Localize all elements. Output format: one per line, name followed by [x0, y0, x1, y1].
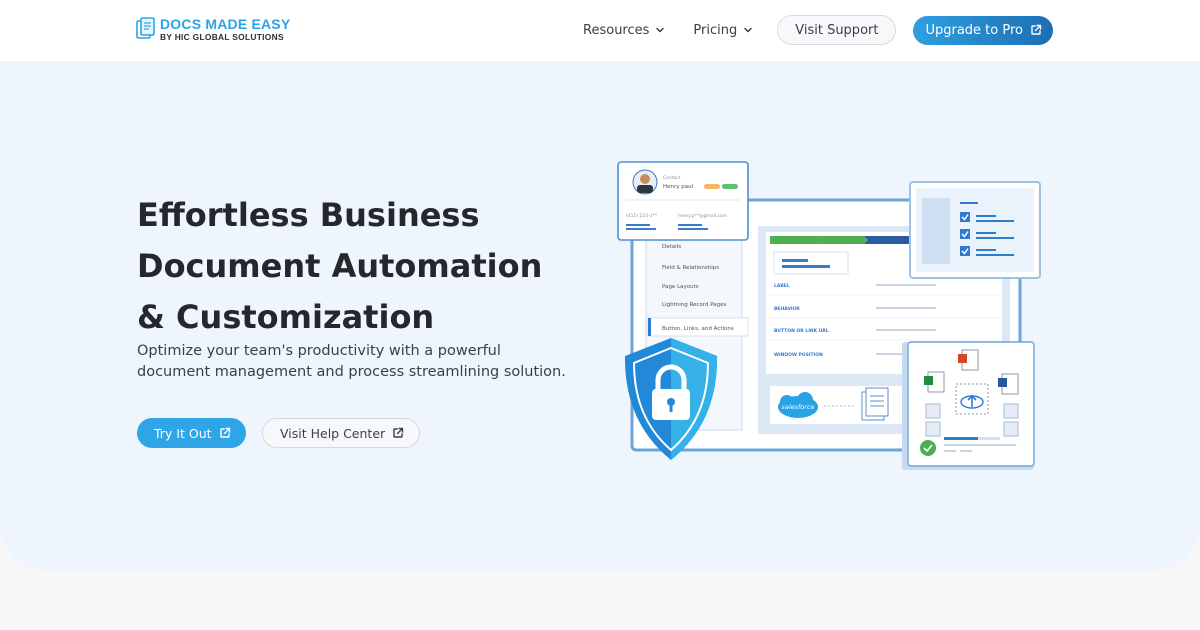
logo-title: DOCS MADE EASY [160, 16, 291, 32]
nav-pricing-label: Pricing [693, 22, 738, 38]
cloud-upload-icon [960, 394, 984, 409]
nav-resources-label: Resources [583, 22, 650, 38]
visit-help-center-label: Visit Help Center [280, 425, 386, 441]
menu-item-buttons: Button, Links, and Actions [662, 326, 734, 332]
visit-help-center-button[interactable]: Visit Help Center [262, 418, 421, 448]
field-behavior: BEHAVIOR [774, 306, 800, 312]
field-window: WINDOW POSITION [774, 352, 823, 358]
contact-label: Contact [663, 175, 681, 181]
logo-subtitle: BY HIC GLOBAL SOLUTIONS [160, 32, 284, 42]
success-check-icon [920, 440, 936, 456]
field-url: BUTTON OR LINK URL [774, 328, 829, 334]
external-link-icon [219, 427, 230, 438]
checklist-card [909, 181, 1041, 279]
contact-phone: (415) 223-1** [626, 213, 658, 219]
documents-icon [136, 17, 156, 41]
try-it-out-label: Try It Out [154, 425, 212, 441]
headline-line-2: Document Automation [137, 247, 543, 285]
brand-logo[interactable]: DOCS MADE EASY BY HIC GLOBAL SOLUTIONS [136, 17, 290, 41]
try-it-out-button[interactable]: Try It Out [137, 418, 246, 448]
contact-email: henry.p**@gmail.com [678, 213, 727, 219]
menu-item-fields: Field & Relationships [662, 265, 719, 271]
field-label: LABEL [774, 283, 790, 289]
upload-card [902, 341, 1035, 470]
document-icon [861, 387, 889, 421]
chevron-down-icon [656, 27, 665, 33]
menu-item-details: Details [662, 244, 681, 250]
nav-resources[interactable]: Resources [583, 23, 665, 38]
check-icon [960, 212, 970, 256]
site-header: DOCS MADE EASY BY HIC GLOBAL SOLUTIONS R… [0, 0, 1200, 61]
hero-subtext: Optimize your team's productivity with a… [137, 343, 566, 380]
hero-headline: Effortless Business Document Automation … [137, 190, 542, 343]
external-link-icon [1031, 24, 1042, 35]
upgrade-to-pro-button[interactable]: Upgrade to Pro [913, 15, 1053, 45]
visit-support-label: Visit Support [795, 22, 879, 38]
main-nav: Resources Pricing Visit Support Upgrade … [583, 15, 1053, 45]
headline-line-1: Effortless Business [137, 196, 480, 234]
menu-item-page-layouts: Page Layouts [662, 284, 699, 290]
menu-item-lightning: Lightning Record Pages [662, 302, 727, 308]
external-link-icon [393, 427, 404, 438]
chevron-down-icon [744, 27, 752, 33]
nav-pricing[interactable]: Pricing [693, 23, 753, 38]
contact-card: Contact Henry paul (415) 223-1** henry.p… [617, 161, 749, 241]
salesforce-label: salesforce [781, 403, 814, 411]
upgrade-label: Upgrade to Pro [925, 22, 1023, 38]
headline-line-3: & Customization [137, 298, 435, 336]
hero-illustration: Details Field & Relationships Page Layou… [610, 160, 1041, 480]
visit-support-button[interactable]: Visit Support [777, 15, 897, 45]
contact-name: Henry paul [663, 184, 694, 190]
